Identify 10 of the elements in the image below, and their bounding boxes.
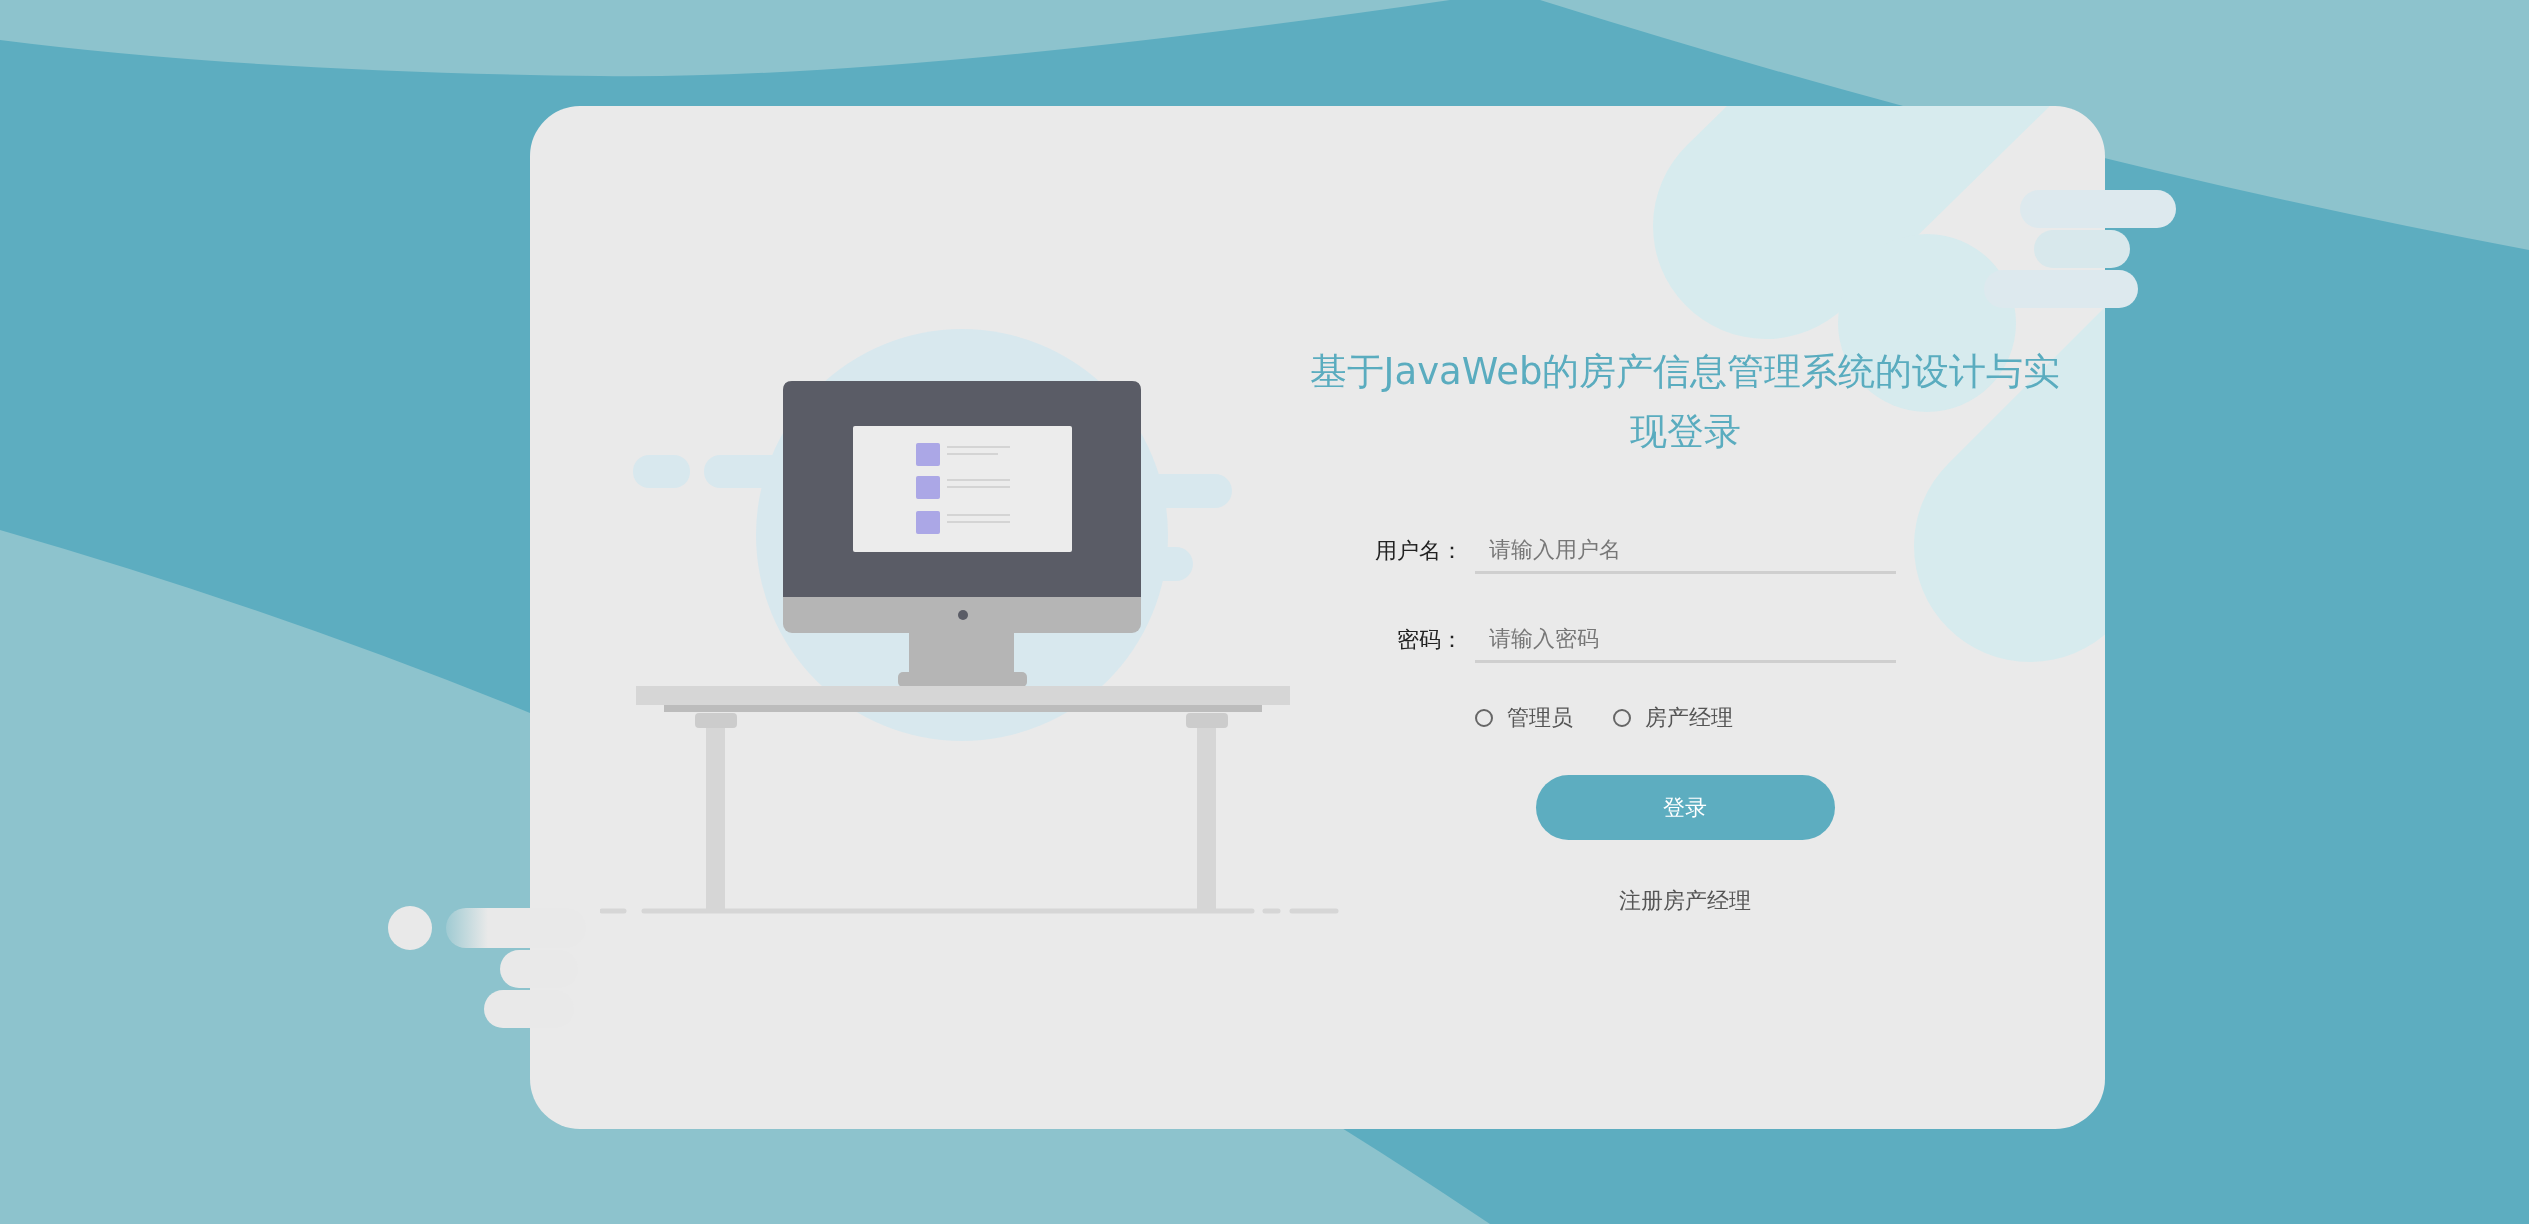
username-field[interactable]: 请输入用户名 (1474, 528, 1896, 574)
role-label: 管理员 (1506, 704, 1573, 732)
role-label: 房产经理 (1644, 704, 1733, 732)
field-label: 用户名： (1374, 537, 1464, 565)
register-link[interactable]: 注册房产经理 (1619, 886, 1751, 916)
role-radio[interactable] (1474, 709, 1493, 727)
password-field[interactable]: 请输入密码 (1474, 617, 1896, 663)
role-radio[interactable] (1612, 709, 1631, 727)
field-label: 密码： (1396, 626, 1464, 654)
login-title: 基于JavaWeb的房产信息管理系统的设计与实现登录 (1308, 349, 2062, 455)
